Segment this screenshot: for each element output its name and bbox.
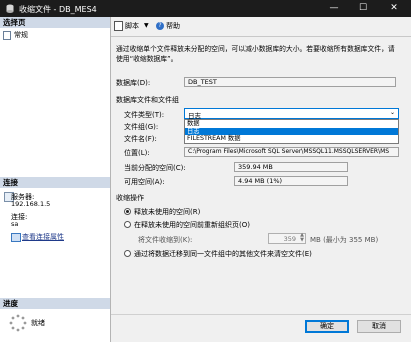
progress-header: 进度 [0, 298, 110, 309]
stepper-arrows-icon: ▲ ▼ [300, 232, 304, 243]
chevron-down-icon: ⌄ [389, 109, 395, 116]
help-button[interactable]: ? 帮助 [156, 21, 180, 32]
reorganize-radio[interactable] [124, 221, 131, 228]
help-label: 帮助 [166, 22, 180, 30]
window-title: 收缩文件 - DB_MES4 [19, 5, 97, 14]
script-label: 脚本 [125, 22, 139, 30]
script-icon [114, 21, 123, 31]
available-space-label: 可用空间(A): [124, 178, 165, 186]
minimize-button[interactable]: — [323, 0, 345, 17]
shrink-to-label: 将文件收缩到(K): [138, 236, 193, 244]
empty-file-label: 通过将数据迁移到同一文件组中的其他文件来清空文件(E) [134, 250, 312, 258]
file-type-option-log[interactable]: 日志 [185, 127, 398, 135]
release-unused-radio[interactable] [124, 208, 131, 215]
view-connection-link[interactable]: 查看连接属性 [22, 232, 64, 242]
empty-file-radio[interactable] [124, 250, 131, 257]
file-type-dropdown-list: 数据 日志 FILESTREAM 数据 [184, 119, 399, 144]
select-page-header: 选择页 [0, 17, 110, 28]
connection-value: sa [11, 220, 19, 228]
view-connection-icon [11, 233, 21, 242]
left-panel: 选择页 常规 连接 服务器: 192.168.1.5 连接: sa 查看连接属性… [0, 17, 111, 342]
filegroup-label: 文件组(G): [124, 123, 159, 131]
close-button[interactable]: ✕ [383, 0, 405, 17]
main-panel: 脚本 ▼ ? 帮助 通过收缩单个文件释放未分配的空间，可以减小数据库的大小。若要收… [111, 17, 411, 342]
server-value: 192.168.1.5 [11, 200, 51, 208]
available-space-field: 4.94 MB (1%) [234, 176, 348, 186]
database-icon [6, 4, 14, 13]
allocated-space-field: 359.94 MB [234, 162, 348, 172]
page-item-label: 常规 [14, 31, 28, 39]
cancel-button[interactable]: 取消 [357, 320, 401, 333]
release-unused-label: 释放未使用的空间(R) [134, 208, 201, 216]
script-dropdown-icon[interactable]: ▼ [144, 22, 149, 29]
connection-header: 连接 [0, 177, 110, 188]
script-button[interactable]: 脚本 [114, 21, 139, 32]
location-field: C:\Program Files\Microsoft SQL Server\MS… [184, 147, 399, 157]
filename-label: 文件名(F): [124, 135, 157, 143]
page-icon [3, 30, 11, 40]
progress-spinner-icon [9, 314, 27, 332]
file-type-option-data[interactable]: 数据 [185, 120, 398, 128]
shrink-to-hint: MB (最小为 355 MB) [310, 236, 379, 244]
reorganize-label: 在释放未使用的空间前重新组织页(O) [134, 221, 250, 229]
allocated-space-label: 当前分配的空间(C): [124, 164, 186, 172]
file-type-option-filestream[interactable]: FILESTREAM 数据 [185, 135, 398, 143]
shrink-to-stepper[interactable]: 359 ▲ ▼ [268, 233, 306, 244]
progress-status: 就绪 [31, 319, 45, 327]
file-type-select[interactable]: 日志 ⌄ [184, 108, 399, 120]
shrink-to-value: 359 [283, 235, 296, 243]
description-text: 通过收缩单个文件释放未分配的空间，可以减小数据库的大小。若要收缩所有数据库文件，… [116, 45, 395, 63]
ok-button[interactable]: 确定 [305, 320, 349, 333]
database-field: DB_TEST [184, 77, 396, 87]
help-icon: ? [156, 22, 164, 30]
toolbar: 脚本 ▼ ? 帮助 [111, 17, 411, 37]
file-type-label: 文件类型(T): [124, 111, 165, 119]
page-item-general[interactable]: 常规 [3, 30, 28, 40]
maximize-button[interactable]: ☐ [352, 0, 374, 17]
database-label: 数据库(D): [116, 79, 151, 87]
location-label: 位置(L): [124, 149, 150, 157]
title-bar: 收缩文件 - DB_MES4 — ☐ ✕ [0, 0, 411, 17]
footer-divider [111, 314, 411, 315]
files-group-label: 数据库文件和文件组 [116, 96, 179, 104]
shrink-action-label: 收缩操作 [116, 194, 144, 202]
